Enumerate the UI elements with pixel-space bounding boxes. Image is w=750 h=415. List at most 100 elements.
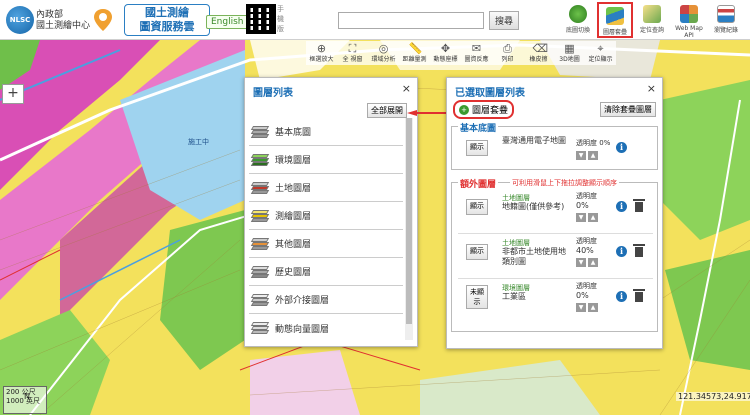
english-button[interactable]: English [206,15,249,29]
layer-category-label: 土地圖層 [275,184,312,194]
close-icon[interactable]: × [647,82,656,95]
decrease-opacity-button[interactable]: ▼ [576,151,586,160]
tool-label: 距離量測 [402,56,427,63]
layer-row[interactable]: 顯示 土地圖層 地籍圖(僅供參考) 透明度 0% ▼ ▲ i [458,189,653,227]
decrease-opacity-button[interactable]: ▼ [576,213,586,222]
nav-label: Web Map API [675,25,703,39]
tool-coordinate[interactable]: ✥ 動態座標 [430,41,461,65]
tool-label: 動態座標 [433,56,458,63]
decrease-opacity-button[interactable]: ▼ [576,258,586,267]
tool-full-extent[interactable]: ⛶ 全 視窗 [337,41,368,65]
environment-layer-icon [250,153,270,166]
clear-overlay-button[interactable]: 清除套疊圖層 [600,102,656,117]
nav-basemap-switch[interactable]: 底圖切換 [560,2,596,38]
scrollbar-thumb[interactable] [406,118,412,324]
search-button[interactable]: 搜尋 [489,11,519,30]
map-pin-icon [94,9,112,31]
layer-category-label: 其他圖層 [275,240,312,250]
info-icon[interactable]: i [616,142,627,153]
place-label: 施工中 [188,138,209,146]
layer-row[interactable]: 顯示 臺灣通用電子地圖 透明度 0% ▼ ▲ i [458,130,653,168]
layer-list-title: 圖層列表 [253,88,293,99]
layer-category-vector[interactable]: 動態向量圖層 [249,314,403,342]
layer-category-environment[interactable]: 環境圖層 [249,146,403,174]
info-icon[interactable]: i [616,201,627,212]
trash-icon[interactable] [633,244,645,258]
opacity-stepper: ▼ ▲ [576,151,600,160]
layer-row[interactable]: 顯示 土地圖層 非都市土地使用地類別圖 透明度 40% ▼ ▲ i [458,233,653,271]
info-icon[interactable]: i [616,246,627,257]
layer-category-other[interactable]: 其他圖層 [249,230,403,258]
tool-eraser[interactable]: ⌫ 橡皮擦 [523,41,554,65]
layer-category-label: 歷史圖層 [275,268,312,278]
nav-layer-overlay[interactable]: 圖層套疊 [597,2,633,38]
show-toggle-button[interactable]: 顯示 [466,244,488,260]
tool-locate[interactable]: ⌖ 定位顯示 [585,41,616,65]
layer-category-base-map[interactable]: 基本底圖 [249,118,403,146]
nav-location-search[interactable]: 定位查詢 [634,2,670,38]
close-icon[interactable]: × [402,82,411,95]
buffer-icon: ◎ [378,42,389,55]
layer-name: 地籍圖(僅供參考) [502,202,565,211]
nav-web-map-api[interactable]: Web Map API [671,2,707,39]
increase-opacity-button[interactable]: ▲ [588,258,598,267]
nav-browse-history[interactable]: 瀏覽紀錄 [708,2,744,38]
trash-icon[interactable] [633,199,645,213]
layer-row[interactable]: 未顯示 環境圖層 工業區 透明度 0% ▼ ▲ i [458,278,653,316]
opacity-label: 透明度 0% [576,138,610,148]
layer-category-label: 動態向量圖層 [275,324,330,335]
layer-name: 工業區 [502,292,526,301]
external-layer-icon [250,293,270,306]
layer-overlay-button[interactable]: + 圖層套疊 [453,100,515,119]
increase-opacity-button[interactable]: ▲ [588,213,598,222]
tool-print[interactable]: ⎙ 列印 [492,41,523,65]
site-title[interactable]: 國土測繪 圖資服務雲 [124,4,210,36]
opacity-label: 透明度 [576,192,597,200]
show-toggle-button[interactable]: 顯示 [466,199,488,215]
tool-zoom-box[interactable]: ⊕ 框選放大 [306,41,337,65]
tool-label: 環域分析 [371,56,396,63]
tool-3d-map[interactable]: ▦ 3D地圖 [554,41,585,65]
3d-map-icon: ▦ [564,42,575,55]
drag-hint: 可利用滑鼠上下拖拉調整顯示順序 [510,178,619,188]
expand-all-button[interactable]: 全部展開 [367,103,407,118]
moi-logo[interactable]: NLSC [6,6,34,34]
zoom-in-button[interactable]: + [2,84,24,104]
north-arrow: N [24,392,30,401]
opacity-value: 0% [599,139,611,147]
selected-layers-title: 已選取圖層列表 [455,88,525,99]
mobile-version-label[interactable]: 手機版 [277,4,287,34]
tool-label: 全 視窗 [342,56,363,63]
trash-icon[interactable] [633,289,645,303]
site-title-line-1: 國土測繪 [145,6,189,19]
increase-opacity-button[interactable]: ▲ [588,303,598,312]
api-icon [680,5,698,23]
layer-category-external[interactable]: 外部介接圖層 [249,286,403,314]
print-icon: ⎙ [503,42,512,55]
layer-category-history[interactable]: 歷史圖層 [249,258,403,286]
opacity-label: 透明度 [576,237,597,245]
layer-category-land[interactable]: 土地圖層 [249,174,403,202]
layer-category-survey[interactable]: 測繪圖層 [249,202,403,230]
info-icon[interactable]: i [616,291,627,302]
layers-icon [606,7,624,25]
qr-code-icon [246,4,276,34]
site-title-line-2: 圖資服務雲 [139,20,195,33]
globe-icon [569,5,587,23]
layer-category-label: 外部介接圖層 [275,296,330,306]
map-toolbar: ⊕ 框選放大 ⛶ 全 視窗 ◎ 環域分析 📏 距離量測 ✥ 動態座標 ✉ 圖資反應 ⎙ 列印 … [306,41,616,65]
tool-measure[interactable]: 📏 距離量測 [399,41,430,65]
nav-home[interactable]: 首頁 [745,2,750,38]
history-layer-icon [250,265,270,278]
tool-buffer[interactable]: ◎ 環域分析 [368,41,399,65]
layer-category-label: 測繪圖層 [275,212,312,222]
increase-opacity-button[interactable]: ▲ [588,151,598,160]
layer-category-label: 基本底圖 [275,128,312,138]
decrease-opacity-button[interactable]: ▼ [576,303,586,312]
base-map-group: 基本底圖 顯示 臺灣通用電子地圖 透明度 0% ▼ ▲ i [451,121,658,170]
show-toggle-button[interactable]: 顯示 [466,140,488,156]
tool-feedback[interactable]: ✉ 圖資反應 [461,41,492,65]
show-toggle-button[interactable]: 未顯示 [466,285,488,309]
search-input[interactable] [338,12,484,29]
opacity-label: 透明度 [576,282,597,290]
